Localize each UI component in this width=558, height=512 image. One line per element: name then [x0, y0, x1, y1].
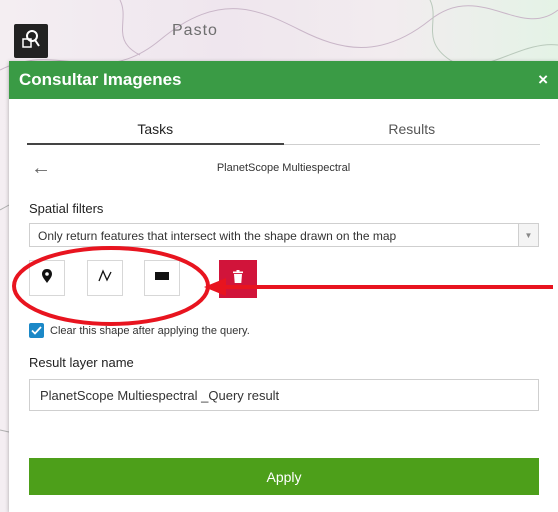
delete-shape-button[interactable] [219, 260, 257, 298]
panel-title: Consultar Imagenes [19, 70, 182, 89]
clear-shape-checkbox[interactable] [29, 323, 44, 338]
spatial-filters-label: Spatial filters [29, 201, 104, 216]
spatial-relationship-value: Only return features that intersect with… [38, 229, 397, 243]
tab-bar: Tasks Results [27, 115, 540, 145]
query-widget-panel: Consultar Imagenes × Tasks Results ← Pla… [9, 61, 558, 512]
search-map-icon [21, 29, 41, 54]
panel-header: Consultar Imagenes × [9, 61, 558, 99]
draw-rectangle-button[interactable] [144, 260, 180, 296]
task-subheader: ← PlanetScope Multiespectral [27, 157, 540, 181]
clear-shape-label: Clear this shape after applying the quer… [50, 324, 250, 337]
checkmark-icon [31, 326, 42, 335]
close-button[interactable]: × [538, 70, 548, 90]
trash-icon [232, 269, 244, 289]
draw-point-button[interactable] [29, 260, 65, 296]
result-layer-name-input[interactable] [29, 379, 539, 411]
draw-polyline-button[interactable] [87, 260, 123, 296]
spatial-relationship-select[interactable]: Only return features that intersect with… [29, 223, 539, 247]
point-icon [40, 268, 54, 289]
clear-shape-option: Clear this shape after applying the quer… [29, 323, 250, 338]
tab-results[interactable]: Results [284, 115, 541, 144]
chevron-down-icon[interactable]: ▼ [518, 224, 538, 246]
polyline-icon [97, 268, 113, 289]
query-tool-button[interactable] [14, 24, 48, 58]
result-layer-label: Result layer name [29, 355, 134, 370]
apply-button[interactable]: Apply [29, 458, 539, 495]
task-title: PlanetScope Multiespectral [216, 162, 351, 174]
map-place-label: Pasto [172, 22, 218, 39]
rectangle-icon [154, 269, 170, 287]
tab-tasks[interactable]: Tasks [27, 115, 284, 145]
